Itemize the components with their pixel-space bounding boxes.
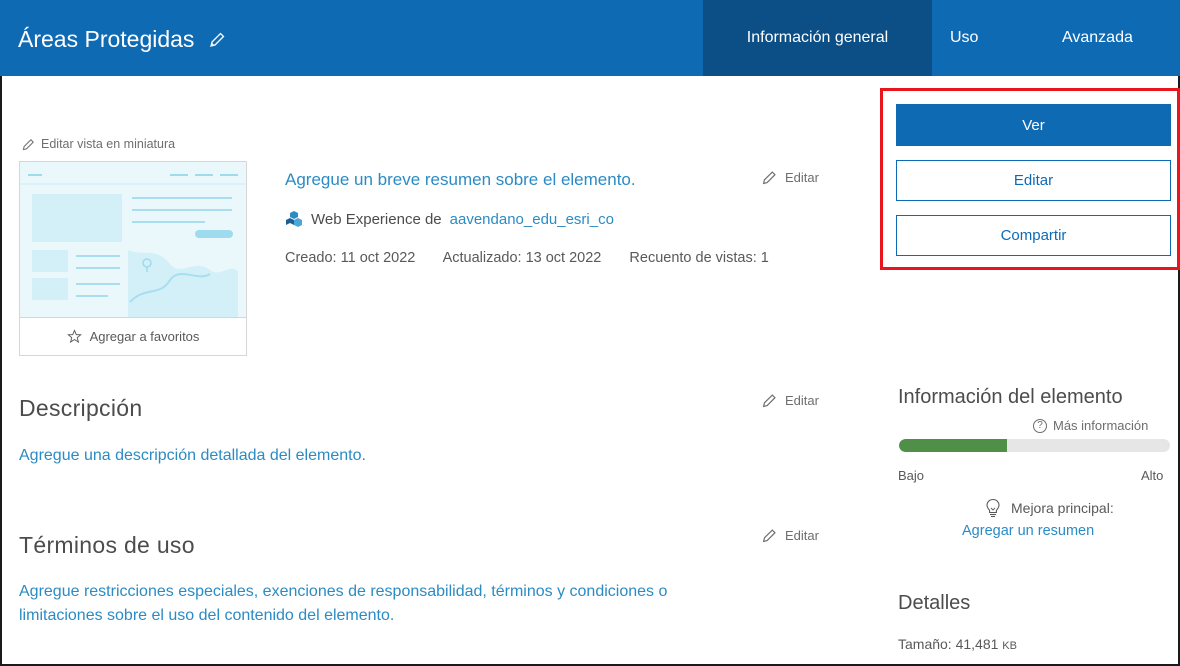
item-size-value: Tamaño: 41,481 bbox=[898, 636, 999, 652]
edit-thumbnail-link[interactable]: Editar vista en miniatura bbox=[22, 137, 175, 151]
edit-summary-label: Editar bbox=[785, 170, 819, 185]
tab-advanced[interactable]: Avanzada bbox=[1062, 0, 1133, 76]
item-size-unit: KB bbox=[1002, 640, 1017, 652]
add-terms-line-2: limitaciones sobre el uso del contenido … bbox=[19, 607, 395, 624]
edit-terms-button[interactable]: Editar bbox=[762, 528, 819, 543]
description-heading: Descripción bbox=[19, 395, 143, 421]
item-type-label: Web Experience de bbox=[311, 210, 442, 228]
tab-usage[interactable]: Uso bbox=[950, 0, 978, 76]
item-information-heading: Información del elemento bbox=[898, 386, 1123, 408]
thumbnail-placeholder-graphic bbox=[20, 162, 246, 317]
add-summary-link[interactable]: Agregue un breve resumen sobre el elemen… bbox=[285, 170, 636, 190]
help-icon: ? bbox=[1033, 418, 1047, 433]
pencil-icon bbox=[22, 138, 34, 150]
terms-heading: Términos de uso bbox=[19, 532, 195, 558]
more-info-label: Más información bbox=[1053, 418, 1149, 433]
edit-title-pencil-icon[interactable] bbox=[208, 31, 226, 49]
top-improvement-label: Mejora principal: bbox=[1011, 500, 1114, 516]
add-terms-line-1: Agregue restricciones especiales, exenci… bbox=[19, 583, 668, 600]
item-info-score-meter bbox=[899, 439, 1170, 452]
owner-link[interactable]: aavendano_edu_esri_co bbox=[450, 211, 614, 228]
item-metadata-row: Creado: 11 oct 2022 Actualizado: 13 oct … bbox=[285, 250, 793, 266]
score-meter-fill bbox=[899, 439, 1008, 452]
item-header: Áreas Protegidas Información general Uso… bbox=[0, 0, 1180, 76]
star-icon bbox=[66, 329, 82, 344]
item-thumbnail bbox=[19, 161, 247, 318]
pencil-icon bbox=[762, 529, 776, 543]
view-count: Recuento de vistas: 1 bbox=[629, 250, 769, 266]
edit-thumbnail-label: Editar vista en miniatura bbox=[41, 137, 176, 151]
meter-high-label: Alto bbox=[1141, 468, 1164, 483]
add-summary-tip-link[interactable]: Agregar un resumen bbox=[962, 523, 1094, 539]
details-heading: Detalles bbox=[898, 592, 971, 614]
tab-overview[interactable]: Información general bbox=[703, 0, 932, 76]
item-title: Áreas Protegidas bbox=[18, 26, 195, 52]
view-button[interactable]: Ver bbox=[896, 104, 1171, 146]
add-to-favorites-button[interactable]: Agregar a favoritos bbox=[19, 318, 247, 356]
edit-summary-button[interactable]: Editar bbox=[762, 170, 819, 185]
add-to-favorites-label: Agregar a favoritos bbox=[89, 329, 200, 344]
top-improvement-row: Mejora principal: bbox=[985, 498, 1114, 518]
add-description-link[interactable]: Agregue una descripción detallada del el… bbox=[19, 444, 366, 468]
pencil-icon bbox=[762, 171, 776, 185]
edit-description-button[interactable]: Editar bbox=[762, 393, 819, 408]
meter-low-label: Bajo bbox=[898, 468, 925, 483]
edit-button[interactable]: Editar bbox=[896, 160, 1171, 201]
lightbulb-icon bbox=[986, 498, 1000, 518]
item-size: Tamaño: 41,481 KB bbox=[898, 636, 1017, 652]
edit-description-label: Editar bbox=[785, 393, 819, 408]
web-experience-icon bbox=[286, 211, 302, 227]
share-button[interactable]: Compartir bbox=[896, 215, 1171, 256]
more-info-link[interactable]: ? Más información bbox=[1033, 418, 1148, 433]
created-date: Creado: 11 oct 2022 bbox=[285, 250, 416, 266]
pencil-icon bbox=[762, 394, 776, 408]
updated-date: Actualizado: 13 oct 2022 bbox=[442, 250, 602, 266]
add-terms-link[interactable]: Agregue restricciones especiales, exenci… bbox=[19, 580, 667, 628]
item-type-row: Web Experience de aavendano_edu_esri_co bbox=[285, 210, 614, 228]
edit-terms-label: Editar bbox=[785, 528, 819, 543]
